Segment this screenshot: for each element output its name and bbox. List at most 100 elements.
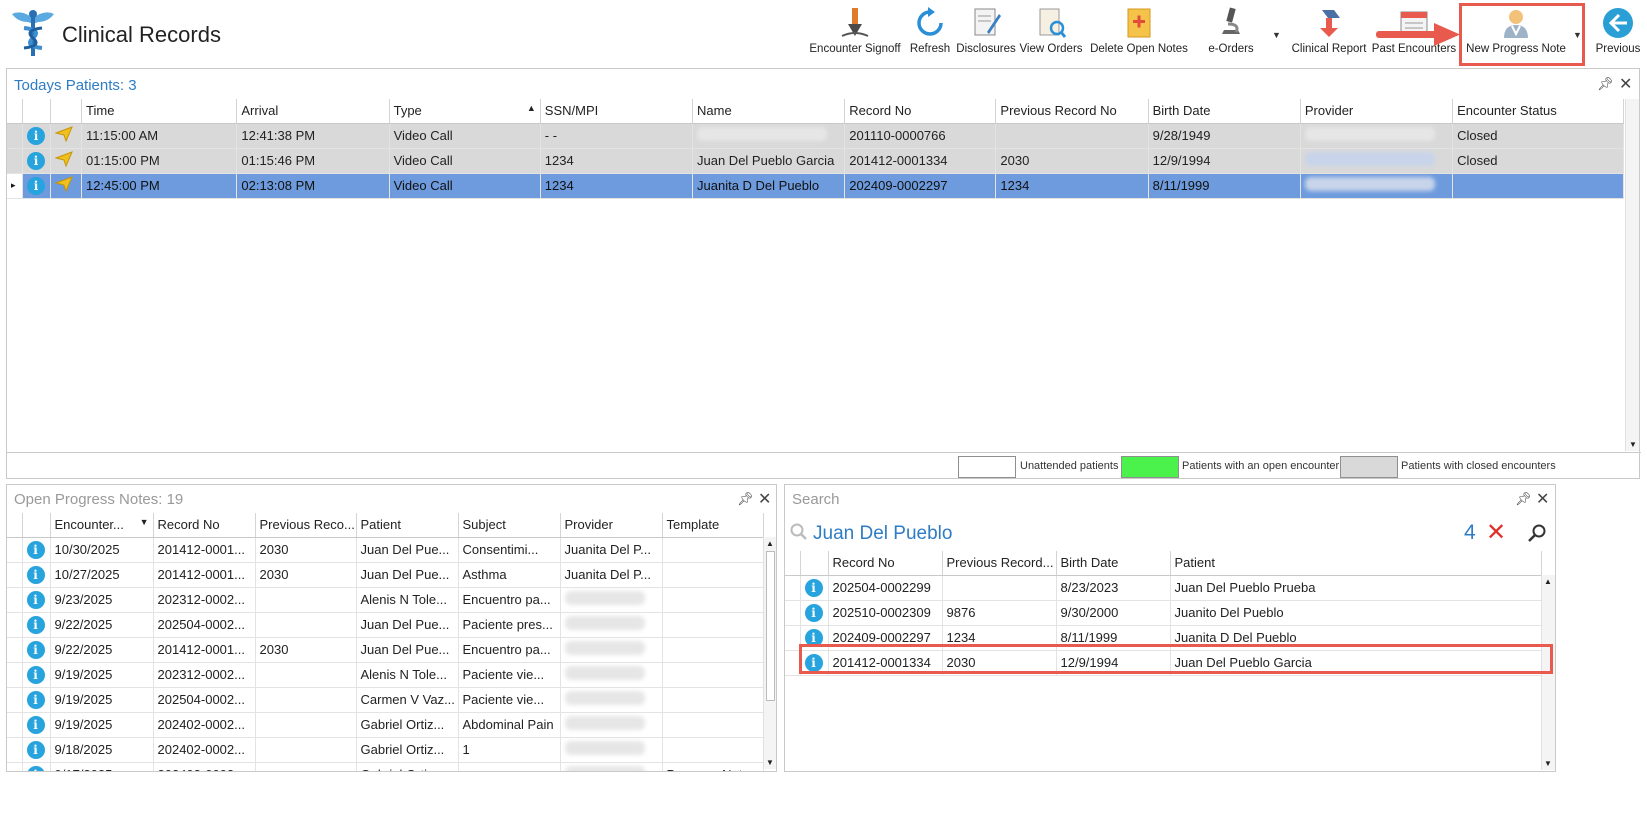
info-icon[interactable]: i [26,690,45,709]
scroll-down-icon[interactable]: ▼ [766,758,774,767]
back-arrow-icon [1603,8,1633,38]
pin-icon[interactable]: 📌︎ [1515,491,1532,507]
search-query-input[interactable]: Juan Del Pueblo [813,523,952,545]
scroll-up-icon[interactable]: ▲ [766,539,774,548]
e-orders-button[interactable]: e-Orders [1193,4,1269,62]
info-cell[interactable]: i [22,562,51,588]
info-icon[interactable]: i [26,615,45,634]
column-header-record-no[interactable]: Record No [153,513,256,538]
info-icon[interactable]: i [26,565,45,584]
close-icon[interactable]: ✕ [1619,74,1632,94]
refresh-button[interactable]: Refresh [905,4,955,62]
encounter-date-cell: 9/19/2025 [50,687,154,713]
type-cell: Video Call [389,148,541,174]
scroll-down-icon[interactable]: ▼ [1544,759,1552,768]
table-header-row: Encounter... ▼ Record No Previous Reco...… [7,513,764,538]
todays-patients-count: 3 [128,77,137,94]
clinical-report-button[interactable]: Clinical Report [1288,4,1370,62]
info-icon[interactable]: i [26,640,45,659]
info-icon[interactable]: i [26,590,45,609]
table-row[interactable]: i 9/22/2025 201412-0001... 2030 Juan Del Pue… [7,637,764,663]
delete-open-notes-button[interactable]: Delete Open Notes [1085,4,1193,62]
info-icon[interactable]: i [804,603,823,622]
column-header-record-no[interactable]: Record No [844,99,997,124]
info-cell[interactable]: i [22,612,51,638]
table-row-selected[interactable]: ▸ i 12:45:00 PM 02:13:08 PM Video Call 1… [7,173,1624,199]
vertical-scrollbar[interactable]: ▲ ▼ [763,537,776,769]
search-result-row[interactable]: i 202510-0002309 9876 9/30/2000 Juanito Del … [785,600,1542,626]
table-row[interactable]: i 9/22/2025 202504-0002... Juan Del Pue... P… [7,612,764,638]
e-orders-dropdown-chevron-icon[interactable]: ▼ [1272,30,1281,40]
encounter-signoff-button[interactable]: Encounter Signoff [805,4,905,62]
column-header-type[interactable]: Type ▲ [389,99,541,124]
table-row[interactable]: i 10/27/2025 201412-0001... 2030 Juan Del Pu… [7,562,764,588]
column-header-patient[interactable]: Patient [356,513,459,538]
table-row[interactable]: i 9/19/2025 202402-0002... Gabriel Ortiz...… [7,712,764,738]
disclosures-button[interactable]: Disclosures [955,4,1017,62]
column-header-record-no[interactable]: Record No [828,551,943,576]
column-header-provider[interactable]: Provider [1300,99,1454,124]
table-row[interactable]: i 9/19/2025 202504-0002... Carmen V Vaz... P… [7,687,764,713]
info-icon[interactable]: i [26,715,45,734]
info-icon[interactable]: i [27,126,46,145]
column-header-arrival[interactable]: Arrival [236,99,390,124]
info-cell[interactable]: i [22,587,51,613]
info-cell[interactable]: i [22,737,51,763]
table-row[interactable]: i 9/18/2025 202402-0002... Gabriel Ortiz...… [7,737,764,763]
magnifier-icon[interactable] [1527,523,1547,543]
info-cell[interactable]: i [22,123,51,149]
info-icon[interactable]: i [26,740,45,759]
column-header-subject[interactable]: Subject [458,513,561,538]
info-icon[interactable]: i [26,540,45,559]
column-header-birth-date[interactable]: Birth Date [1148,99,1301,124]
info-cell[interactable]: i [22,537,51,563]
birth-date-cell: 8/11/1999 [1148,173,1301,199]
vertical-scrollbar[interactable]: ▼ [1625,99,1639,451]
column-header-patient[interactable]: Patient [1170,551,1542,576]
info-icon[interactable]: i [27,176,46,195]
info-cell[interactable]: i [800,600,829,626]
column-header-provider[interactable]: Provider [560,513,663,538]
column-header-previous-record-no[interactable]: Previous Record No [995,99,1149,124]
table-row[interactable]: i 11:15:00 AM 12:41:38 PM Video Call - -… [7,123,1624,149]
info-cell[interactable]: i [22,687,51,713]
column-header-encounter[interactable]: Encounter... ▼ [50,513,154,538]
info-cell[interactable]: i [800,575,829,601]
scroll-thumb[interactable] [766,551,775,701]
info-cell[interactable]: i [22,762,51,771]
column-header-previous-record[interactable]: Previous Record... [942,551,1057,576]
column-header-time[interactable]: Time [81,99,238,124]
column-header-name[interactable]: Name [692,99,846,124]
table-row[interactable]: i 9/17/2025202402-0002... Gabriel Ortiz...… [7,762,764,771]
pin-icon[interactable]: 📌︎ [1597,76,1614,92]
table-row[interactable]: i 10/30/2025 201412-0001... 2030 Juan Del Pu… [7,537,764,563]
column-header-template[interactable]: Template [662,513,764,538]
info-icon[interactable]: i [27,151,46,170]
info-cell[interactable]: i [22,637,51,663]
pin-icon[interactable]: 📌︎ [737,491,754,507]
table-row[interactable]: i 9/23/2025 202312-0002... Alenis N Tole...… [7,587,764,613]
info-cell[interactable]: i [22,148,51,174]
info-cell[interactable]: i [22,173,51,199]
clear-search-x-icon[interactable]: ✕ [1486,518,1506,547]
column-header-ssn[interactable]: SSN/MPI [540,99,694,124]
info-icon[interactable]: i [804,578,823,597]
row-indicator [7,562,23,588]
info-cell[interactable]: i [22,712,51,738]
table-row[interactable]: i 9/19/2025 202312-0002... Alenis N Tole...… [7,662,764,688]
table-row[interactable]: i 01:15:00 PM 01:15:46 PM Video Call 123… [7,148,1624,174]
close-icon[interactable]: ✕ [1536,489,1549,509]
column-header-encounter-status[interactable]: Encounter Status [1452,99,1624,124]
row-indicator: ▸ [7,173,24,199]
info-cell[interactable]: i [22,662,51,688]
scroll-up-icon[interactable]: ▲ [1544,577,1552,586]
close-icon[interactable]: ✕ [758,489,771,509]
previous-button[interactable]: Previous [1591,4,1645,62]
info-icon[interactable]: i [26,665,45,684]
scroll-down-icon[interactable]: ▼ [1629,440,1637,449]
view-orders-button[interactable]: View Orders [1017,4,1085,62]
info-icon[interactable]: i [26,765,45,771]
column-header-birth-date[interactable]: Birth Date [1056,551,1171,576]
column-header-previous-record[interactable]: Previous Reco... [255,513,357,538]
search-result-row[interactable]: i 202504-0002299 8/23/2023 Juan Del Pueblo … [785,575,1542,601]
